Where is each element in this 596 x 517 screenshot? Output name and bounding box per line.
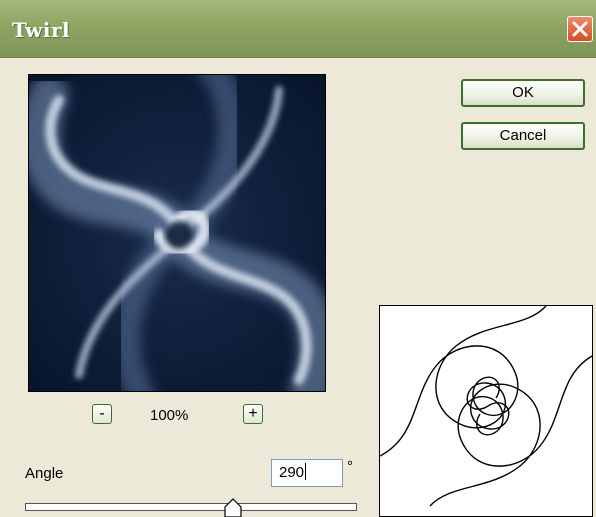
preview-image[interactable]: [28, 74, 326, 392]
angle-slider-track[interactable]: [25, 503, 357, 511]
zoom-in-button[interactable]: +: [243, 404, 263, 424]
plus-icon: +: [248, 405, 258, 422]
zoom-level: 100%: [150, 407, 189, 424]
angle-value: 290: [279, 464, 305, 481]
angle-label: Angle: [25, 465, 64, 482]
twirl-preview-render: [29, 75, 325, 391]
text-caret: [305, 463, 307, 480]
angle-slider-thumb[interactable]: [223, 498, 242, 517]
spiral-diagram: [380, 306, 592, 507]
zoom-out-button[interactable]: -: [92, 404, 112, 424]
ok-button[interactable]: OK: [461, 79, 585, 107]
close-button[interactable]: [567, 16, 593, 42]
window-title: Twirl: [12, 18, 71, 42]
degree-unit: °: [347, 458, 353, 475]
minus-icon: -: [99, 405, 105, 422]
title-bar[interactable]: Twirl: [0, 0, 596, 58]
angle-input[interactable]: 290: [271, 459, 343, 487]
close-x-icon: [572, 21, 588, 37]
cancel-button[interactable]: Cancel: [461, 122, 585, 150]
twirl-thumbnail: [379, 305, 593, 517]
